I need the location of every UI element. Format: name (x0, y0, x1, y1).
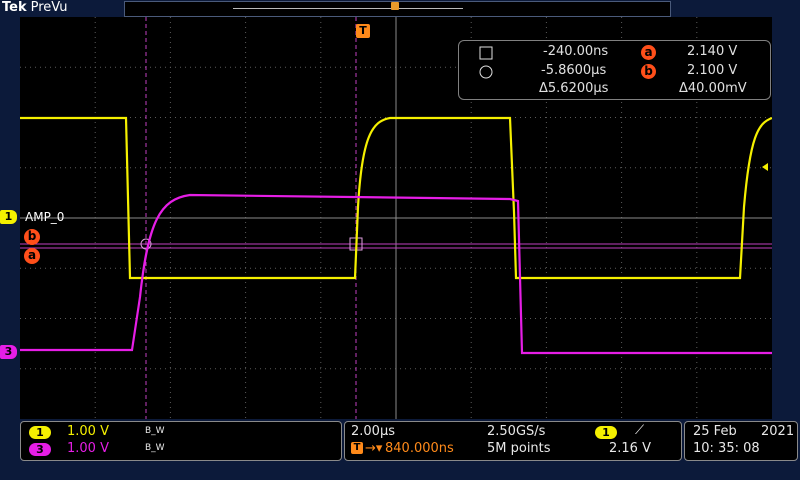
trigger-position-marker-icon[interactable] (391, 2, 399, 10)
record-length: 5M points (487, 441, 551, 456)
cursor-a-badge: a (641, 45, 656, 60)
cursor-readout-panel: -240.00ns a 2.140 V -5.8600µs b 2.100 V … (458, 40, 771, 100)
cursor-b-badge: b (641, 64, 656, 79)
channel-settings-panel[interactable]: 1 1.00 V B_W 3 1.00 V B_W (20, 421, 342, 461)
date-time-panel: 25 Feb 2021 10: 35: 08 (684, 421, 798, 461)
channel-1-label: AMP_0 (25, 210, 65, 224)
trigger-level-arrow-icon (762, 163, 768, 171)
trigger-source-badge[interactable]: 1 (595, 426, 617, 439)
cursor-delta-voltage: Δ40.00mV (679, 81, 747, 96)
cursor-delta-time: Δ5.6200µs (539, 81, 609, 96)
cursor-b-marker[interactable]: b (24, 229, 40, 245)
record-window-line (233, 8, 463, 9)
channel-3-badge[interactable]: 3 (29, 443, 51, 456)
horizontal-position[interactable]: 840.000ns (385, 441, 454, 456)
clock-time: 10: 35: 08 (693, 441, 760, 456)
trigger-time-marker[interactable]: T (356, 24, 370, 38)
cursor-2-time: -5.8600µs (541, 63, 607, 78)
channel-1-ground-marker[interactable]: 1 (0, 210, 17, 224)
brand-name: Tek (2, 0, 27, 15)
timebase-trigger-panel[interactable]: 2.00µs 2.50GS/s 1 ⟋ T →▾ 840.000ns 5M po… (344, 421, 682, 461)
year: 2021 (761, 424, 795, 439)
bottom-status-area: 1 1.00 V B_W 3 1.00 V B_W 2.00µs 2.50GS/… (0, 419, 800, 480)
cursor-1-time: -240.00ns (543, 44, 609, 59)
cursor-b-voltage: 2.100 V (687, 63, 738, 78)
trigger-slope-icon[interactable]: ⟋ (635, 423, 644, 438)
channel-1-scale[interactable]: 1.00 V (67, 424, 109, 439)
record-view-bar[interactable] (124, 1, 671, 17)
cursor-square-icon (479, 46, 493, 60)
channel-1-bandwidth: B_W (145, 426, 165, 436)
top-status-bar: Tek PreVu (0, 0, 800, 17)
channel-3-ground-marker[interactable]: 3 (0, 345, 17, 359)
cursor-a-voltage: 2.140 V (687, 44, 738, 59)
trigger-arrow-icon: →▾ (365, 441, 383, 456)
cursor-circle-icon (479, 65, 493, 79)
cursor-a-marker[interactable]: a (24, 248, 40, 264)
trigger-t-icon: T (351, 442, 363, 454)
channel-3-scale[interactable]: 1.00 V (67, 441, 109, 456)
channel-3-bandwidth: B_W (145, 443, 165, 453)
horizontal-scale[interactable]: 2.00µs (351, 424, 395, 439)
brand-logo: Tek PreVu (2, 0, 68, 15)
sample-rate: 2.50GS/s (487, 424, 546, 439)
date: 25 Feb (693, 424, 737, 439)
acquisition-mode: PreVu (30, 0, 68, 15)
channel-1-badge[interactable]: 1 (29, 426, 51, 439)
trigger-level[interactable]: 2.16 V (609, 441, 651, 456)
